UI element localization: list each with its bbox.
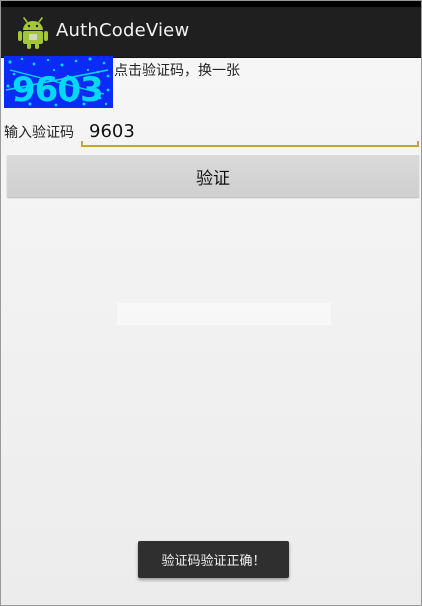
code-label: 输入验证码 [4,125,74,141]
captcha-image[interactable]: 9603 [4,56,113,108]
toast-message: 验证码验证正确！ [138,541,289,578]
captcha-code: 9603 [12,70,103,108]
code-input[interactable] [81,115,419,147]
captcha-refresh-hint[interactable]: 点击验证码，换一张 [114,60,240,80]
action-bar: AuthCodeView [1,7,421,58]
app-screen: AuthCodeView 9603 点击验证码，换一张 输入验证码 验证 验证码… [0,0,422,606]
android-icon[interactable] [15,17,51,49]
app-title: AuthCodeView [56,20,190,41]
background-smudge [117,303,331,325]
input-underline [81,141,419,147]
verify-button[interactable]: 验证 [7,155,419,197]
